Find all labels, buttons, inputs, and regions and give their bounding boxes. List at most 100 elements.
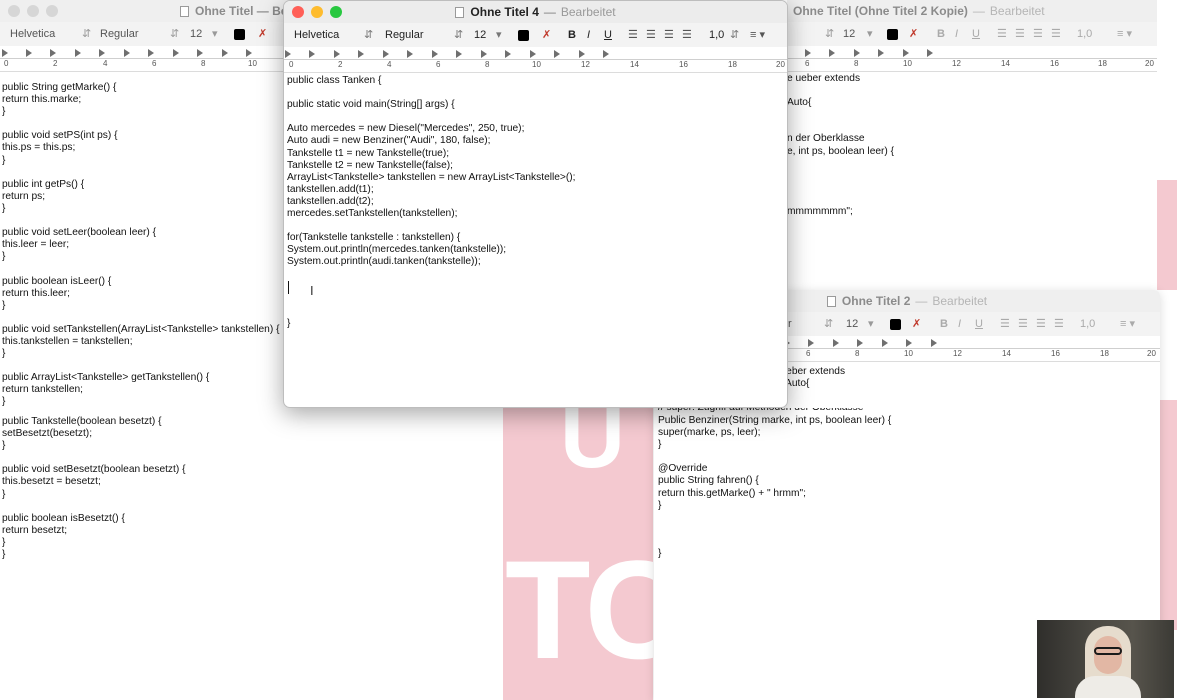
font-style-chevron-icon[interactable]: ⇵: [824, 316, 833, 332]
tab-stop-marker[interactable]: [805, 49, 811, 57]
list-button[interactable]: ≡ ▾: [1117, 26, 1132, 42]
text-color-swatch[interactable]: [890, 319, 901, 330]
close-button[interactable]: [292, 6, 304, 18]
tab-stop-marker[interactable]: [530, 50, 536, 58]
tab-stop-marker[interactable]: [603, 50, 609, 58]
tab-stop-marker[interactable]: [124, 49, 130, 57]
ruler[interactable]: 0 2 4 6 8 10 12 14 16 18 20: [284, 47, 787, 73]
bold-button[interactable]: B: [940, 316, 948, 332]
underline-button[interactable]: U: [604, 27, 612, 43]
close-button[interactable]: [8, 5, 20, 17]
italic-button[interactable]: I: [587, 27, 590, 43]
line-spacing-select[interactable]: 1,0: [1080, 316, 1095, 332]
font-size-field[interactable]: 12: [190, 26, 202, 42]
tab-stop-marker[interactable]: [456, 50, 462, 58]
tab-stop-marker[interactable]: [246, 49, 252, 57]
text-color-swatch[interactable]: [887, 29, 898, 40]
tab-stop-marker[interactable]: [334, 50, 340, 58]
tab-stop-marker[interactable]: [309, 50, 315, 58]
tab-stop-marker[interactable]: [197, 49, 203, 57]
align-center-button[interactable]: ☰: [646, 27, 656, 43]
document-text-area[interactable]: e ueber extends Auto{n der Oberklasse e, i…: [787, 73, 894, 218]
tab-stop-marker[interactable]: [148, 49, 154, 57]
align-left-button[interactable]: ☰: [628, 27, 638, 43]
zoom-button[interactable]: [330, 6, 342, 18]
title-bar[interactable]: Ohne Titel (Ohne Titel 2 Kopie) — Bearbe…: [787, 0, 1157, 22]
tab-stop-marker[interactable]: [931, 339, 937, 347]
font-style-select[interactable]: Regular: [100, 26, 139, 42]
tab-stop-marker[interactable]: [50, 49, 56, 57]
tab-stop-marker[interactable]: [2, 49, 8, 57]
minimize-button[interactable]: [27, 5, 39, 17]
font-size-chevron-icon[interactable]: ▾: [212, 26, 218, 42]
tab-stop-marker[interactable]: [878, 49, 884, 57]
tab-stop-marker[interactable]: [505, 50, 511, 58]
textedit-window-kopie[interactable]: Ohne Titel (Ohne Titel 2 Kopie) — Bearbe…: [787, 0, 1157, 290]
line-spacing-select[interactable]: 1,0: [709, 27, 724, 43]
bold-button[interactable]: B: [937, 26, 945, 42]
font-style-select[interactable]: Regular: [385, 27, 424, 43]
underline-button[interactable]: U: [975, 316, 983, 332]
zoom-button[interactable]: [46, 5, 58, 17]
font-style-select[interactable]: r: [788, 316, 792, 332]
highlight-color-icon[interactable]: ✗: [909, 26, 918, 42]
justify-button[interactable]: ☰: [1051, 26, 1061, 42]
line-spacing-select[interactable]: 1,0: [1077, 26, 1092, 42]
font-size-chevron-icon[interactable]: ▾: [868, 316, 874, 332]
tab-stop-marker[interactable]: [554, 50, 560, 58]
textedit-window-active[interactable]: Ohne Titel 4 — Bearbeitet Helvetica ⇵ Re…: [283, 0, 788, 408]
font-size-chevron-icon[interactable]: ▾: [867, 26, 873, 42]
font-size-chevron-icon[interactable]: ⇵: [825, 26, 834, 42]
font-size-field[interactable]: 12: [474, 27, 486, 43]
text-color-swatch[interactable]: [234, 29, 245, 40]
tab-stop-marker[interactable]: [833, 339, 839, 347]
tab-stop-marker[interactable]: [808, 339, 814, 347]
tab-stop-marker[interactable]: [481, 50, 487, 58]
minimize-button[interactable]: [311, 6, 323, 18]
bold-button[interactable]: B: [568, 27, 576, 43]
font-size-field[interactable]: 12: [843, 26, 855, 42]
tab-stop-marker[interactable]: [99, 49, 105, 57]
document-text-area[interactable]: public String getMarke() {return this.ma…: [2, 82, 279, 408]
tab-stop-marker[interactable]: [222, 49, 228, 57]
tab-stop-marker[interactable]: [173, 49, 179, 57]
highlight-color-icon[interactable]: ✗: [912, 316, 921, 332]
highlight-color-icon[interactable]: ✗: [542, 27, 551, 43]
tab-stop-marker[interactable]: [75, 49, 81, 57]
list-button[interactable]: ≡ ▾: [750, 27, 765, 43]
font-family-chevron-icon[interactable]: ⇵: [82, 26, 91, 42]
document-text-area[interactable]: public class Tanken {public static void …: [287, 75, 576, 269]
align-right-button[interactable]: ☰: [1033, 26, 1043, 42]
tab-stop-marker[interactable]: [579, 50, 585, 58]
tab-stop-marker[interactable]: [432, 50, 438, 58]
font-family-select[interactable]: Helvetica: [294, 27, 339, 43]
align-left-button[interactable]: ☰: [997, 26, 1007, 42]
align-left-button[interactable]: ☰: [1000, 316, 1010, 332]
text-color-swatch[interactable]: [518, 30, 529, 41]
font-size-field[interactable]: 12: [846, 316, 858, 332]
title-bar[interactable]: Ohne Titel 4 — Bearbeitet: [284, 1, 787, 23]
tab-stop-marker[interactable]: [26, 49, 32, 57]
align-right-button[interactable]: ☰: [1036, 316, 1046, 332]
tab-stop-marker[interactable]: [857, 339, 863, 347]
tab-stop-marker[interactable]: [407, 50, 413, 58]
tab-stop-marker[interactable]: [903, 49, 909, 57]
align-center-button[interactable]: ☰: [1015, 26, 1025, 42]
tab-stop-marker[interactable]: [358, 50, 364, 58]
line-spacing-chevron-icon[interactable]: ⇵: [730, 27, 739, 43]
tab-stop-marker[interactable]: [882, 339, 888, 347]
font-style-chevron-icon[interactable]: ⇵: [454, 27, 463, 43]
tab-stop-marker[interactable]: [829, 49, 835, 57]
font-family-chevron-icon[interactable]: ⇵: [364, 27, 373, 43]
font-family-select[interactable]: Helvetica: [10, 26, 55, 42]
underline-button[interactable]: U: [972, 26, 980, 42]
tab-stop-marker[interactable]: [285, 50, 291, 58]
tab-stop-marker[interactable]: [906, 339, 912, 347]
list-button[interactable]: ≡ ▾: [1120, 316, 1135, 332]
italic-button[interactable]: I: [958, 316, 961, 332]
tab-stop-marker[interactable]: [383, 50, 389, 58]
align-right-button[interactable]: ☰: [664, 27, 674, 43]
document-text-area[interactable]: Public Benziner(String marke, int ps, bo…: [658, 415, 891, 560]
justify-button[interactable]: ☰: [682, 27, 692, 43]
justify-button[interactable]: ☰: [1054, 316, 1064, 332]
